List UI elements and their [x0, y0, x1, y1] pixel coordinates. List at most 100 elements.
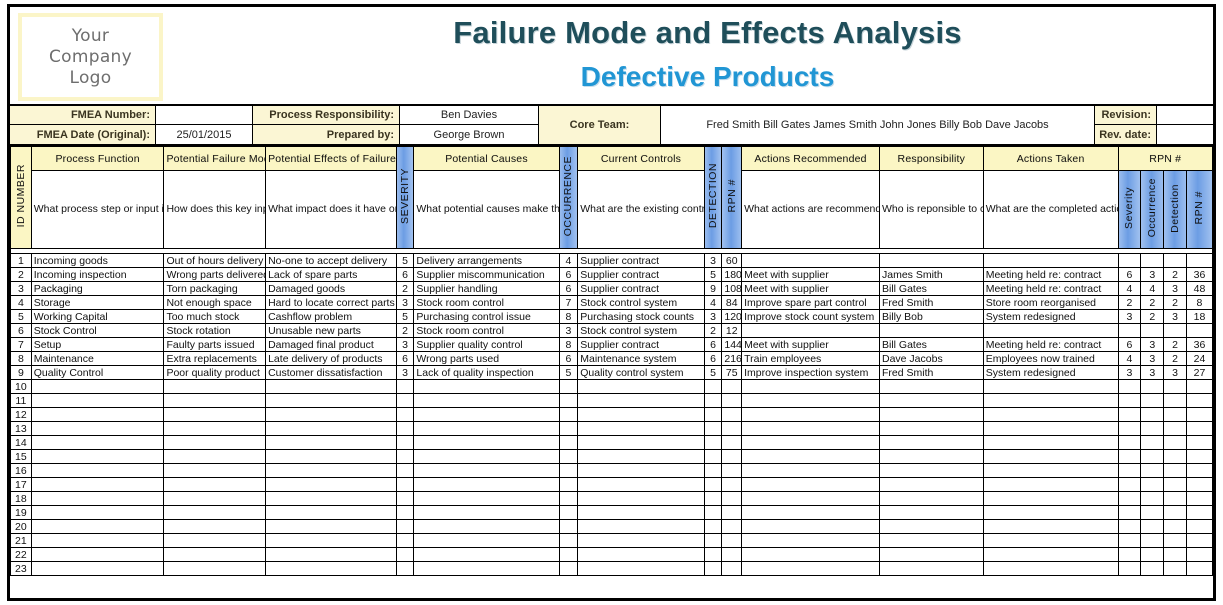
cell-occurrence[interactable] — [558, 477, 579, 492]
cell-effects[interactable] — [265, 393, 397, 408]
table-row[interactable]: 23 — [10, 561, 1213, 576]
cell-actions[interactable] — [741, 533, 880, 548]
cell-severity[interactable] — [395, 379, 415, 394]
cell-rpn[interactable] — [721, 519, 743, 534]
cell-responsibility[interactable] — [879, 393, 984, 408]
cell-failure-mode[interactable] — [163, 547, 267, 562]
cell-detection2[interactable] — [1163, 519, 1187, 534]
cell-occurrence2[interactable]: 2 — [1140, 295, 1165, 310]
cell-rpn2[interactable] — [1185, 561, 1213, 576]
cell-actions[interactable] — [741, 421, 880, 436]
cell-failure-mode[interactable]: Wrong parts delivered — [163, 267, 267, 282]
cell-occurrence[interactable] — [558, 519, 579, 534]
cell-causes[interactable] — [413, 379, 560, 394]
cell-responsibility[interactable] — [879, 435, 984, 450]
cell-severity[interactable] — [395, 421, 415, 436]
table-row[interactable]: 19 — [10, 505, 1213, 520]
cell-actions-taken[interactable]: System redesigned — [982, 309, 1119, 324]
cell-occurrence2[interactable] — [1140, 463, 1165, 478]
cell-rpn[interactable]: 180 — [721, 267, 743, 282]
cell-process-function[interactable] — [30, 505, 165, 520]
cell-severity[interactable] — [395, 491, 415, 506]
cell-effects[interactable] — [265, 491, 397, 506]
cell-severity2[interactable]: 4 — [1117, 351, 1142, 366]
cell-failure-mode[interactable]: Too much stock — [163, 309, 267, 324]
cell-failure-mode[interactable] — [163, 449, 267, 464]
cell-actions-taken[interactable] — [982, 253, 1119, 268]
cell-responsibility[interactable]: Bill Gates — [879, 281, 984, 296]
cell-actions[interactable]: Meet with supplier — [741, 337, 880, 352]
cell-detection2[interactable] — [1163, 463, 1187, 478]
cell-severity[interactable]: 2 — [395, 281, 415, 296]
cell-process-function[interactable]: Incoming goods — [30, 253, 165, 268]
cell-occurrence2[interactable] — [1140, 449, 1165, 464]
cell-rpn2[interactable] — [1185, 407, 1213, 422]
cell-occurrence[interactable] — [558, 435, 579, 450]
cell-process-function[interactable] — [30, 547, 165, 562]
cell-detection[interactable] — [703, 463, 723, 478]
cell-rpn2[interactable] — [1185, 449, 1213, 464]
cell-rpn2[interactable]: 36 — [1185, 337, 1213, 352]
cell-rpn2[interactable] — [1185, 491, 1213, 506]
cell-occurrence2[interactable]: 4 — [1140, 281, 1165, 296]
cell-severity[interactable] — [395, 463, 415, 478]
cell-actions-taken[interactable] — [982, 435, 1119, 450]
cell-controls[interactable]: Stock control system — [577, 295, 705, 310]
cell-controls[interactable] — [577, 407, 705, 422]
cell-process-function[interactable]: Setup — [30, 337, 165, 352]
cell-process-function[interactable] — [30, 379, 165, 394]
cell-failure-mode[interactable] — [163, 519, 267, 534]
cell-detection2[interactable]: 2 — [1163, 351, 1187, 366]
cell-severity2[interactable] — [1117, 491, 1142, 506]
cell-rpn[interactable]: 84 — [721, 295, 743, 310]
cell-effects[interactable] — [265, 407, 397, 422]
cell-detection2[interactable] — [1163, 253, 1187, 268]
cell-causes[interactable]: Delivery arrangements — [413, 253, 560, 268]
cell-detection2[interactable]: 2 — [1163, 337, 1187, 352]
cell-actions[interactable] — [741, 449, 880, 464]
cell-severity2[interactable]: 3 — [1117, 309, 1142, 324]
cell-severity2[interactable]: 6 — [1117, 337, 1142, 352]
cell-actions[interactable]: Train employees — [741, 351, 880, 366]
cell-rpn[interactable] — [721, 435, 743, 450]
cell-actions-taken[interactable] — [982, 533, 1119, 548]
cell-severity2[interactable]: 6 — [1117, 267, 1142, 282]
cell-causes[interactable]: Wrong parts used — [413, 351, 560, 366]
cell-actions-taken[interactable] — [982, 421, 1119, 436]
cell-severity2[interactable] — [1117, 463, 1142, 478]
cell-responsibility[interactable] — [879, 323, 984, 338]
cell-rpn[interactable]: 12 — [721, 323, 743, 338]
cell-effects[interactable] — [265, 463, 397, 478]
cell-severity[interactable] — [395, 407, 415, 422]
cell-occurrence[interactable]: 6 — [558, 281, 579, 296]
cell-controls[interactable] — [577, 435, 705, 450]
cell-detection[interactable] — [703, 449, 723, 464]
cell-effects[interactable] — [265, 421, 397, 436]
table-row[interactable]: 13 — [10, 421, 1213, 436]
cell-responsibility[interactable] — [879, 547, 984, 562]
cell-occurrence[interactable]: 8 — [558, 309, 579, 324]
cell-actions-taken[interactable] — [982, 463, 1119, 478]
cell-severity[interactable] — [395, 477, 415, 492]
cell-controls[interactable] — [577, 505, 705, 520]
cell-severity[interactable] — [395, 519, 415, 534]
cell-actions-taken[interactable] — [982, 547, 1119, 562]
table-row[interactable]: 16 — [10, 463, 1213, 478]
cell-rpn2[interactable] — [1185, 253, 1213, 268]
cell-effects[interactable] — [265, 561, 397, 576]
cell-detection2[interactable]: 3 — [1163, 309, 1187, 324]
cell-occurrence[interactable]: 5 — [558, 365, 579, 380]
table-row[interactable]: 22 — [10, 547, 1213, 562]
cell-occurrence[interactable] — [558, 561, 579, 576]
cell-actions[interactable]: Improve stock count system — [741, 309, 880, 324]
cell-occurrence[interactable] — [558, 491, 579, 506]
table-row[interactable]: 18 — [10, 491, 1213, 506]
cell-responsibility[interactable]: Bill Gates — [879, 337, 984, 352]
cell-actions-taken[interactable]: Store room reorganised — [982, 295, 1119, 310]
cell-rpn[interactable]: 60 — [721, 253, 743, 268]
cell-actions[interactable]: Improve inspection system — [741, 365, 880, 380]
cell-process-function[interactable] — [30, 407, 165, 422]
cell-occurrence2[interactable] — [1140, 323, 1165, 338]
cell-severity2[interactable] — [1117, 253, 1142, 268]
cell-causes[interactable] — [413, 463, 560, 478]
